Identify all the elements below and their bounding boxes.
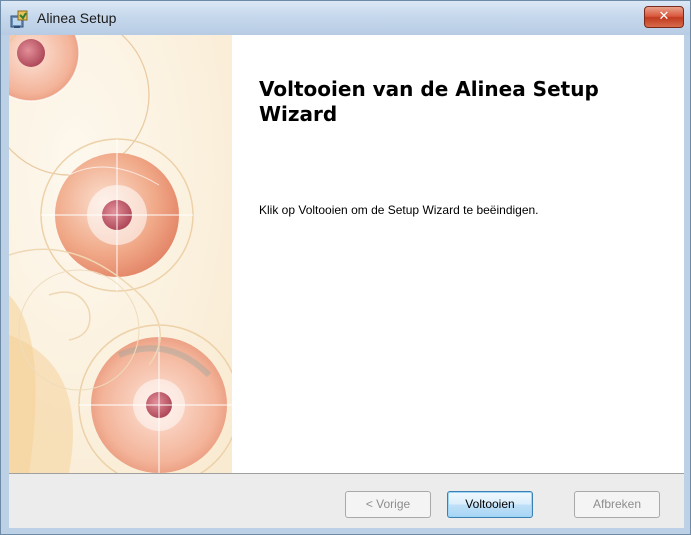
window-title: Alinea Setup — [37, 10, 117, 26]
cancel-button[interactable]: Afbreken — [574, 491, 660, 518]
title-bar[interactable]: Alinea Setup ✕ — [1, 1, 690, 35]
close-button[interactable]: ✕ — [644, 6, 684, 28]
wizard-client-area: Voltooien van de Alinea Setup Wizard Kli… — [9, 35, 684, 528]
close-icon: ✕ — [658, 9, 670, 24]
finish-button[interactable]: Voltooien — [447, 491, 533, 518]
button-bar: < Vorige Voltooien Afbreken — [9, 473, 684, 528]
setup-window: Alinea Setup ✕ Voltooien van de Alinea S… — [0, 0, 691, 535]
disc-artwork — [9, 35, 232, 473]
page-title: Voltooien van de Alinea Setup Wizard — [259, 77, 599, 126]
description-text: Klik op Voltooien om de Setup Wizard te … — [259, 203, 539, 217]
back-button[interactable]: < Vorige — [345, 491, 431, 518]
installer-icon — [10, 10, 28, 28]
